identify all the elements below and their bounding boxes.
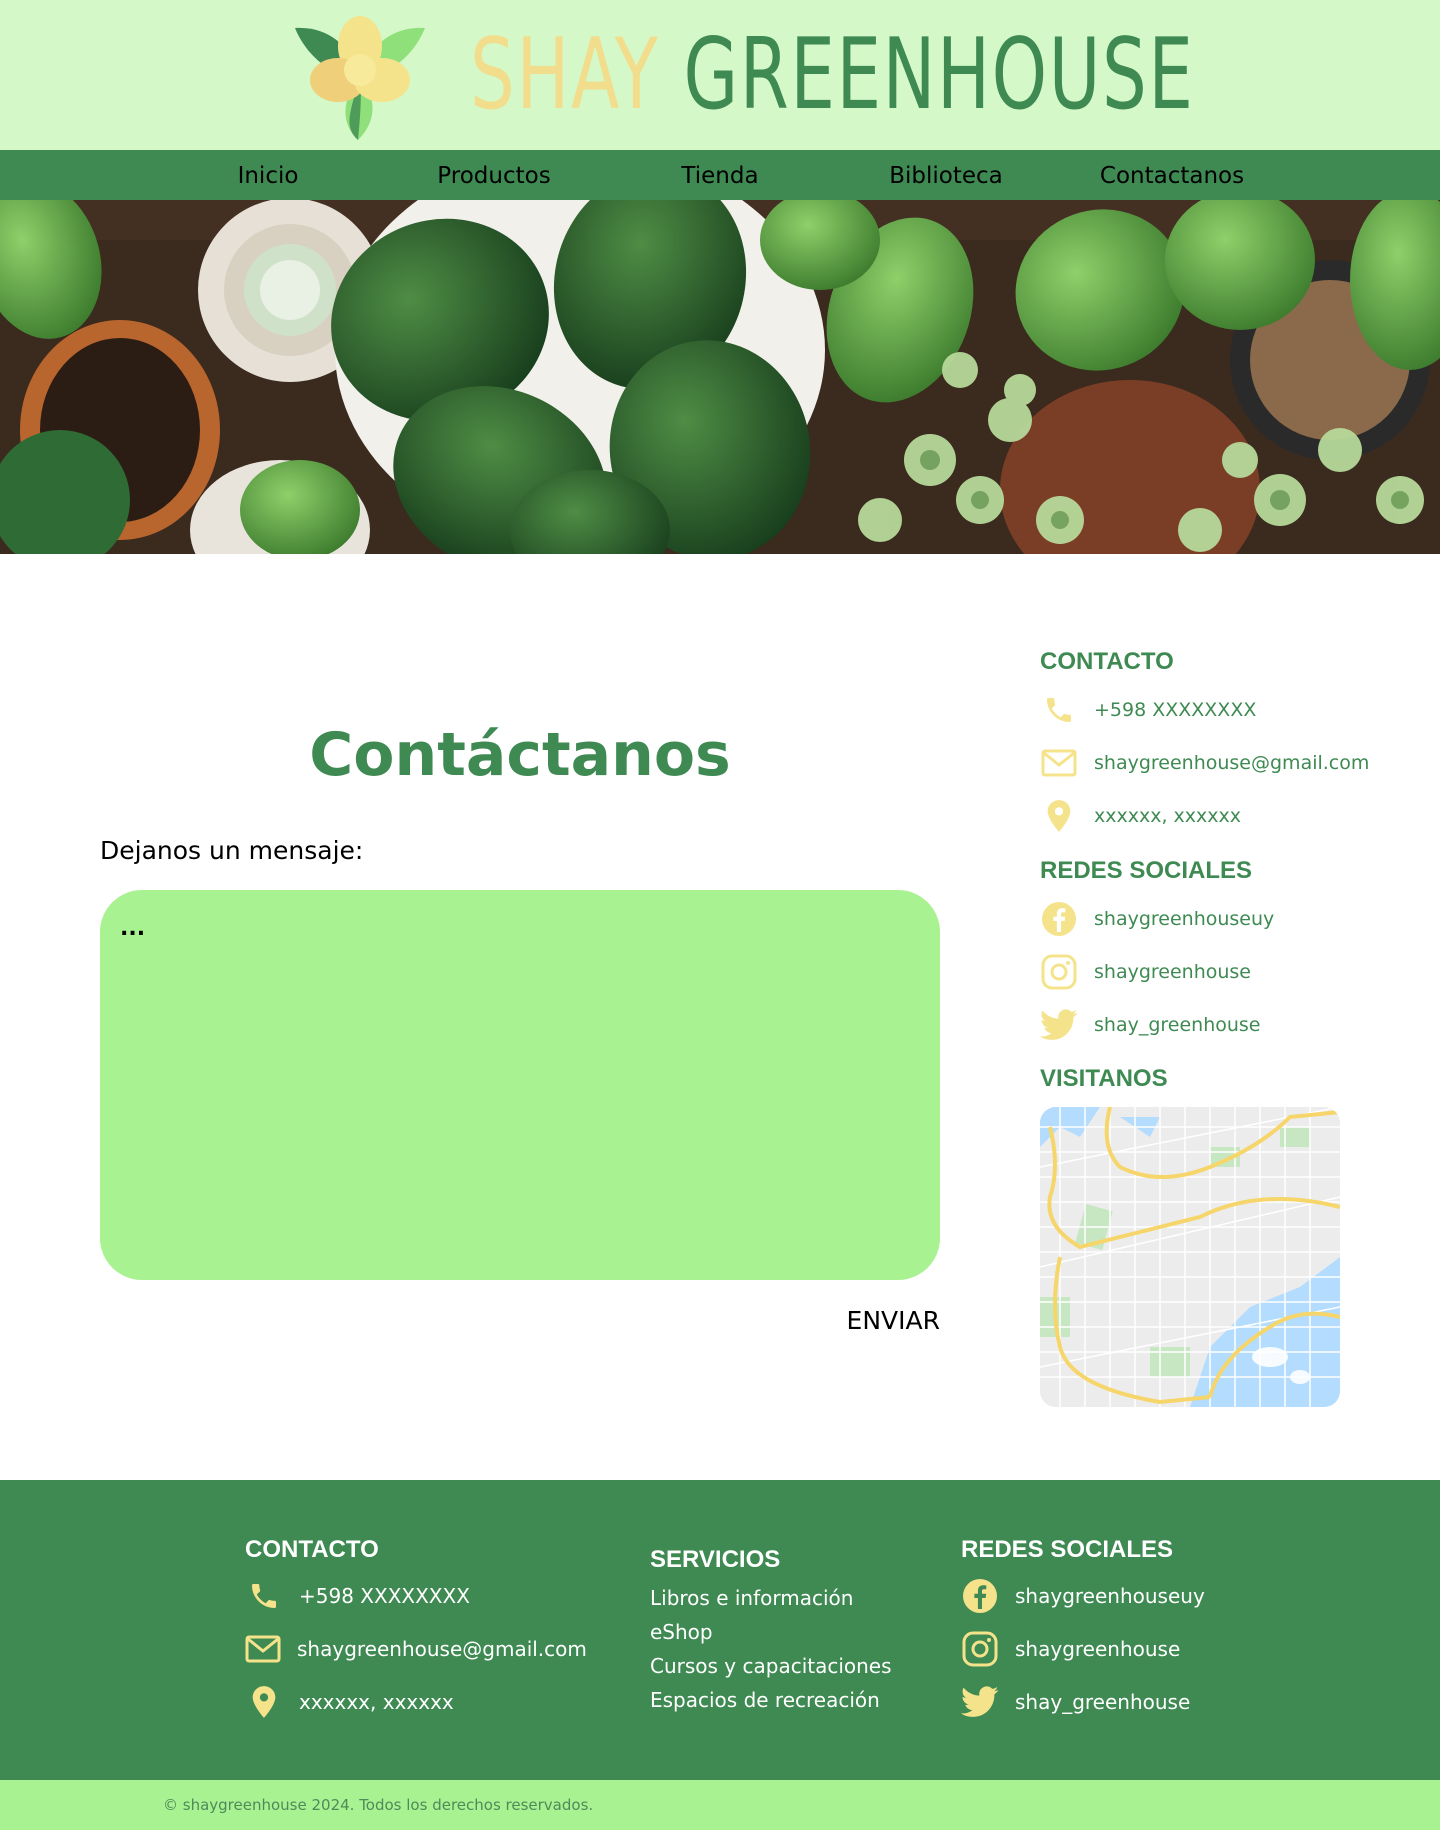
sidebar-instagram-text: shaygreenhouse bbox=[1094, 961, 1252, 983]
location-pin-icon bbox=[1040, 797, 1078, 835]
facebook-icon bbox=[1040, 900, 1078, 938]
footer-facebook-text: shaygreenhouseuy bbox=[1015, 1584, 1205, 1608]
footer-service-libros[interactable]: Libros e información bbox=[650, 1586, 853, 1610]
copyright-bar: © shaygreenhouse 2024. Todos los derecho… bbox=[0, 1780, 1440, 1830]
footer-phone[interactable]: +598 XXXXXXXX bbox=[245, 1576, 585, 1616]
sidebar-twitter[interactable]: shay_greenhouse bbox=[1040, 1005, 1420, 1045]
nav-item-biblioteca[interactable]: Biblioteca bbox=[889, 150, 1003, 200]
footer-email[interactable]: shaygreenhouse@gmail.com bbox=[245, 1629, 587, 1669]
brand-title-part1: SHAY bbox=[470, 18, 660, 132]
site-footer: CONTACTO +598 XXXXXXXX shaygreenhouse@gm… bbox=[0, 1480, 1440, 1780]
sidebar-twitter-text: shay_greenhouse bbox=[1094, 1014, 1261, 1036]
footer-service-espacios[interactable]: Espacios de recreación bbox=[650, 1688, 880, 1712]
location-map[interactable] bbox=[1040, 1107, 1340, 1407]
instagram-icon bbox=[1040, 953, 1078, 991]
sidebar-phone-text: +598 XXXXXXXX bbox=[1094, 699, 1257, 721]
twitter-icon bbox=[1040, 1006, 1078, 1044]
sidebar-email-text: shaygreenhouse@gmail.com bbox=[1094, 752, 1370, 774]
message-textarea[interactable] bbox=[100, 890, 940, 1280]
footer-twitter[interactable]: shay_greenhouse bbox=[961, 1682, 1301, 1722]
send-button[interactable]: ENVIAR bbox=[790, 1300, 940, 1340]
page-title: Contáctanos bbox=[309, 720, 731, 790]
footer-address[interactable]: xxxxxx, xxxxxx bbox=[245, 1682, 585, 1722]
footer-instagram-text: shaygreenhouse bbox=[1015, 1637, 1181, 1661]
location-pin-icon bbox=[245, 1683, 283, 1721]
twitter-icon bbox=[961, 1683, 999, 1721]
sidebar-contact-heading: CONTACTO bbox=[1040, 648, 1174, 675]
phone-icon bbox=[1040, 691, 1078, 729]
sidebar-phone[interactable]: +598 XXXXXXXX bbox=[1040, 690, 1420, 730]
flower-logo-icon[interactable] bbox=[290, 8, 430, 143]
brand-title-part2: GREENHOUSE bbox=[683, 18, 1195, 132]
footer-services-heading: SERVICIOS bbox=[650, 1546, 781, 1573]
footer-contact-heading: CONTACTO bbox=[245, 1536, 379, 1563]
footer-social-heading: REDES SOCIALES bbox=[961, 1536, 1174, 1563]
footer-service-cursos[interactable]: Cursos y capacitaciones bbox=[650, 1654, 892, 1678]
sidebar-instagram[interactable]: shaygreenhouse bbox=[1040, 952, 1420, 992]
nav-item-productos[interactable]: Productos bbox=[437, 150, 550, 200]
nav-item-contactanos[interactable]: Contactanos bbox=[1100, 150, 1244, 200]
main-nav: Inicio Productos Tienda Biblioteca Conta… bbox=[0, 150, 1440, 200]
footer-twitter-text: shay_greenhouse bbox=[1015, 1690, 1191, 1714]
copyright-text: © shaygreenhouse 2024. Todos los derecho… bbox=[163, 1796, 594, 1814]
instagram-icon bbox=[961, 1630, 999, 1668]
footer-service-eshop[interactable]: eShop bbox=[650, 1620, 713, 1644]
mail-icon bbox=[245, 1630, 281, 1668]
sidebar-address[interactable]: xxxxxx, xxxxxx bbox=[1040, 796, 1420, 836]
sidebar-email[interactable]: shaygreenhouse@gmail.com bbox=[1040, 743, 1420, 783]
nav-item-inicio[interactable]: Inicio bbox=[238, 150, 299, 200]
sidebar-facebook[interactable]: shaygreenhouseuy bbox=[1040, 899, 1420, 939]
footer-facebook[interactable]: shaygreenhouseuy bbox=[961, 1576, 1301, 1616]
sidebar-facebook-text: shaygreenhouseuy bbox=[1094, 908, 1275, 930]
sidebar-visit-heading: VISITANOS bbox=[1040, 1065, 1168, 1092]
sidebar-social-heading: REDES SOCIALES bbox=[1040, 857, 1253, 884]
mail-icon bbox=[1040, 744, 1078, 782]
footer-phone-text: +598 XXXXXXXX bbox=[299, 1584, 470, 1608]
message-label: Dejanos un mensaje: bbox=[100, 836, 364, 865]
footer-address-text: xxxxxx, xxxxxx bbox=[299, 1690, 454, 1714]
phone-icon bbox=[245, 1577, 283, 1615]
footer-instagram[interactable]: shaygreenhouse bbox=[961, 1629, 1301, 1669]
site-header: SHAY GREENHOUSE bbox=[0, 0, 1440, 150]
sidebar-address-text: xxxxxx, xxxxxx bbox=[1094, 805, 1242, 827]
facebook-icon bbox=[961, 1577, 999, 1615]
hero-plants-image bbox=[0, 200, 1440, 554]
footer-email-text: shaygreenhouse@gmail.com bbox=[297, 1637, 587, 1661]
nav-item-tienda[interactable]: Tienda bbox=[681, 150, 758, 200]
brand-title: SHAY GREENHOUSE bbox=[470, 18, 1195, 132]
